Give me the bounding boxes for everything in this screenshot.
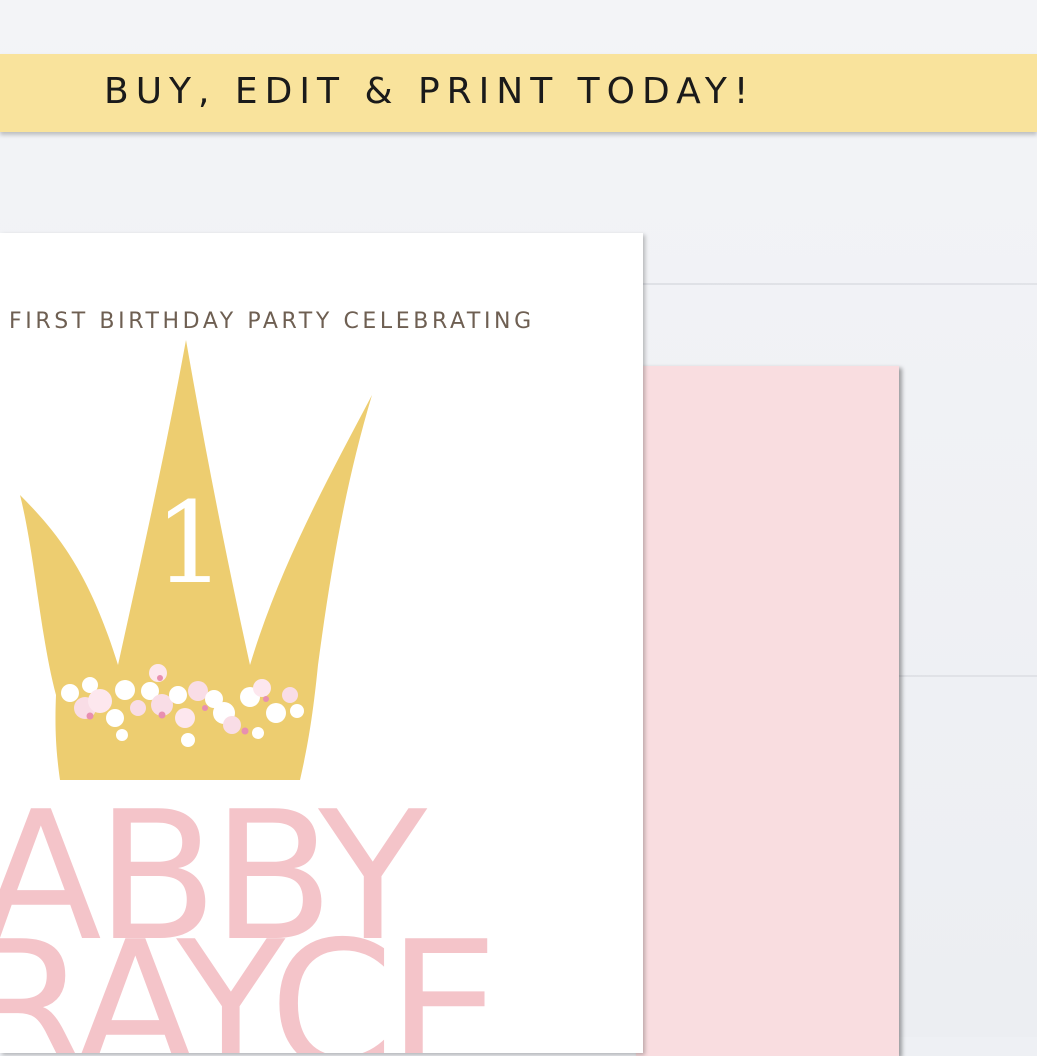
promo-banner: BUY, EDIT & PRINT TODAY! (0, 54, 1037, 132)
promo-banner-text: BUY, EDIT & PRINT TODAY! (104, 71, 756, 112)
invitation-card: FIRST BIRTHDAY PARTY CELEBRATING 1 ABBY … (0, 233, 643, 1053)
card-heading: FIRST BIRTHDAY PARTY CELEBRATING (9, 309, 535, 334)
child-second-name: RAYCE (0, 903, 500, 1054)
age-number: 1 (154, 479, 226, 609)
pink-envelope (636, 366, 899, 1056)
